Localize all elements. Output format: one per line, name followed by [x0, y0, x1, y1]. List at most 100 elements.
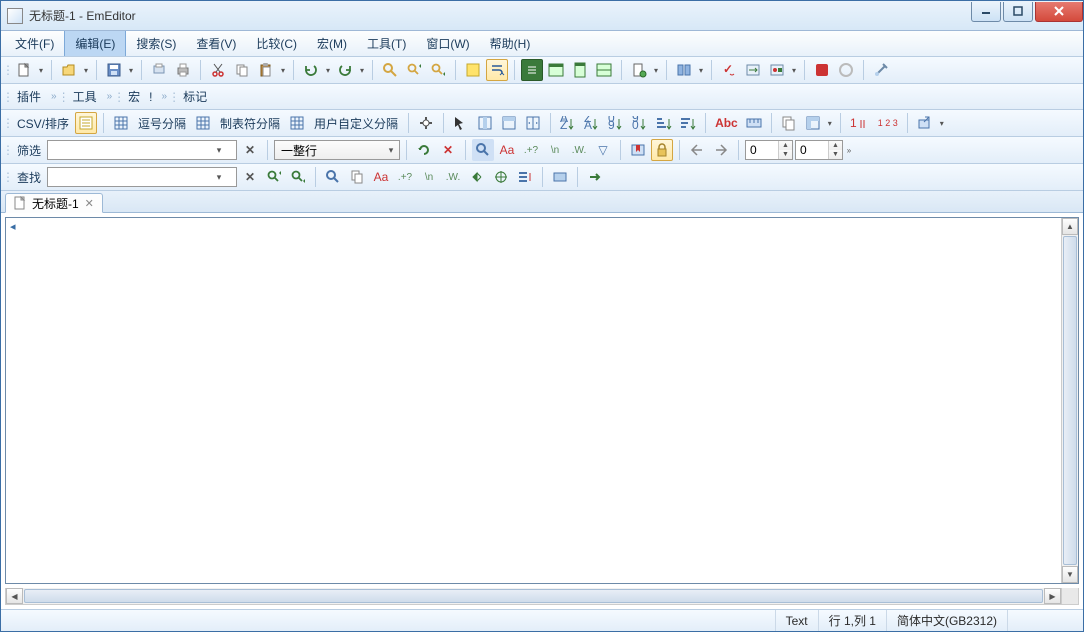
redo-dropdown[interactable]: ▾ — [358, 59, 366, 81]
filter-refresh-button[interactable] — [413, 139, 435, 161]
csv-detach-dropdown[interactable]: ▾ — [938, 112, 946, 134]
spin-up[interactable]: ▲ — [829, 141, 842, 150]
filter-escape-button[interactable]: \n — [544, 139, 566, 161]
gripper-icon[interactable]: ⋮ — [5, 90, 11, 104]
find-previous-button[interactable] — [403, 59, 425, 81]
text-editor[interactable]: ◂ — [6, 218, 1061, 583]
menu-search[interactable]: 搜索(S) — [126, 31, 186, 56]
find-incremental2-button[interactable] — [322, 166, 344, 188]
scroll-down-button[interactable]: ▼ — [1062, 566, 1078, 583]
filter-prev-button[interactable] — [686, 139, 708, 161]
gripper-icon[interactable]: ⋮ — [171, 90, 177, 104]
find-prev2-button[interactable] — [263, 166, 285, 188]
undo-dropdown[interactable]: ▾ — [324, 59, 332, 81]
paste-dropdown[interactable]: ▾ — [279, 59, 287, 81]
header-button[interactable] — [498, 112, 520, 134]
custom-sep-label[interactable]: 用户自定义分隔 — [310, 115, 402, 132]
menu-compare[interactable]: 比较(C) — [246, 31, 307, 56]
play-macro-button[interactable] — [835, 59, 857, 81]
vertical-scrollbar[interactable]: ▲ ▼ — [1061, 218, 1078, 583]
find-input-combo[interactable]: ▾ — [47, 167, 237, 187]
gripper-icon[interactable]: ⋮ — [5, 170, 11, 184]
find-next2-button[interactable] — [287, 166, 309, 188]
filter-column-combo[interactable]: 一整行▾ — [274, 140, 400, 160]
customize-toolbar-button[interactable] — [870, 59, 892, 81]
normal-mode-button[interactable] — [75, 112, 97, 134]
new-file-dropdown[interactable]: ▾ — [37, 59, 45, 81]
view-normal-button[interactable] — [521, 59, 543, 81]
scroll-thumb[interactable] — [1063, 236, 1077, 565]
sort-za-button[interactable]: ZA — [581, 112, 603, 134]
horizontal-scrollbar[interactable]: ◀ ▶ — [5, 588, 1062, 605]
convert-button[interactable] — [742, 59, 764, 81]
minimize-button[interactable] — [971, 2, 1001, 22]
cell-select-button[interactable] — [450, 112, 472, 134]
pivot-dropdown[interactable]: ▾ — [826, 112, 834, 134]
compare-dropdown[interactable]: ▾ — [697, 59, 705, 81]
sort-90-button[interactable]: 90 — [629, 112, 651, 134]
toolbox-button[interactable] — [766, 59, 788, 81]
menu-tools[interactable]: 工具(T) — [357, 31, 416, 56]
filter-close-button[interactable]: ✕ — [239, 139, 261, 161]
find-extract-button[interactable] — [346, 166, 368, 188]
find-regex-button[interactable]: .+? — [394, 166, 416, 188]
status-type[interactable]: Text — [775, 610, 818, 631]
filter-whole-word-button[interactable]: .W. — [568, 139, 590, 161]
scroll-up-button[interactable]: ▲ — [1062, 218, 1078, 235]
menu-window[interactable]: 窗口(W) — [416, 31, 479, 56]
filter-case-button[interactable]: Aa — [496, 139, 518, 161]
line-number-button[interactable]: 1 — [847, 112, 873, 134]
menu-view[interactable]: 查看(V) — [186, 31, 246, 56]
find-replace-next-button[interactable] — [584, 166, 606, 188]
filter-bookmark-button[interactable] — [627, 139, 649, 161]
toolbox-dropdown[interactable]: ▾ — [790, 59, 798, 81]
find-wrap-button[interactable] — [466, 166, 488, 188]
large-file-button[interactable] — [628, 59, 650, 81]
find-input[interactable] — [48, 168, 211, 186]
word-wrap-button[interactable] — [486, 59, 508, 81]
filter-regex-button[interactable]: .+? — [520, 139, 542, 161]
pivot-button[interactable] — [802, 112, 824, 134]
highlight-all-button[interactable] — [462, 59, 484, 81]
sort-az-button[interactable]: AZ — [557, 112, 579, 134]
custom-sep-button[interactable] — [286, 112, 308, 134]
find-case-button[interactable]: Aa — [370, 166, 392, 188]
adjust-button[interactable] — [522, 112, 544, 134]
save-dropdown[interactable]: ▾ — [127, 59, 135, 81]
tab-close-button[interactable]: ✕ — [85, 197, 94, 210]
sort-09-button[interactable]: 09 — [605, 112, 627, 134]
compare-button[interactable] — [673, 59, 695, 81]
scroll-thumb[interactable] — [24, 589, 1043, 603]
filter-below-spinner[interactable]: 0▲▼ — [795, 140, 843, 160]
column-select-button[interactable] — [474, 112, 496, 134]
filter-extra-dropdown[interactable]: » — [845, 139, 853, 161]
filter-input-combo[interactable]: ▾ — [47, 140, 237, 160]
convert-sep-button[interactable] — [415, 112, 437, 134]
sort-len-desc-button[interactable] — [677, 112, 699, 134]
paste-button[interactable] — [255, 59, 277, 81]
gripper-icon[interactable]: ⋮ — [61, 90, 67, 104]
menu-file[interactable]: 文件(F) — [5, 31, 64, 56]
menu-macro[interactable]: 宏(M) — [307, 31, 357, 56]
record-macro-button[interactable] — [811, 59, 833, 81]
copy-button[interactable] — [231, 59, 253, 81]
find-next-button[interactable] — [427, 59, 449, 81]
toggle-abc-button[interactable]: Abc — [712, 112, 741, 134]
spell-check-button[interactable]: ✓ — [718, 59, 740, 81]
find-center-button[interactable] — [490, 166, 512, 188]
ruler-button[interactable] — [743, 112, 765, 134]
view-page-button[interactable] — [569, 59, 591, 81]
tab-sep-button[interactable] — [192, 112, 214, 134]
print-preview-button[interactable] — [148, 59, 170, 81]
csv-detach-button[interactable] — [914, 112, 936, 134]
maximize-button[interactable] — [1003, 2, 1033, 22]
cut-button[interactable] — [207, 59, 229, 81]
large-file-dropdown[interactable]: ▾ — [652, 59, 660, 81]
gripper-icon[interactable]: ⋮ — [5, 63, 11, 77]
find-close-button[interactable]: ✕ — [239, 166, 261, 188]
status-position[interactable]: 行 1,列 1 — [818, 610, 886, 631]
spin-up[interactable]: ▲ — [779, 141, 792, 150]
filter-lock-button[interactable] — [651, 139, 673, 161]
open-file-dropdown[interactable]: ▾ — [82, 59, 90, 81]
gripper-icon[interactable]: ⋮ — [116, 90, 122, 104]
